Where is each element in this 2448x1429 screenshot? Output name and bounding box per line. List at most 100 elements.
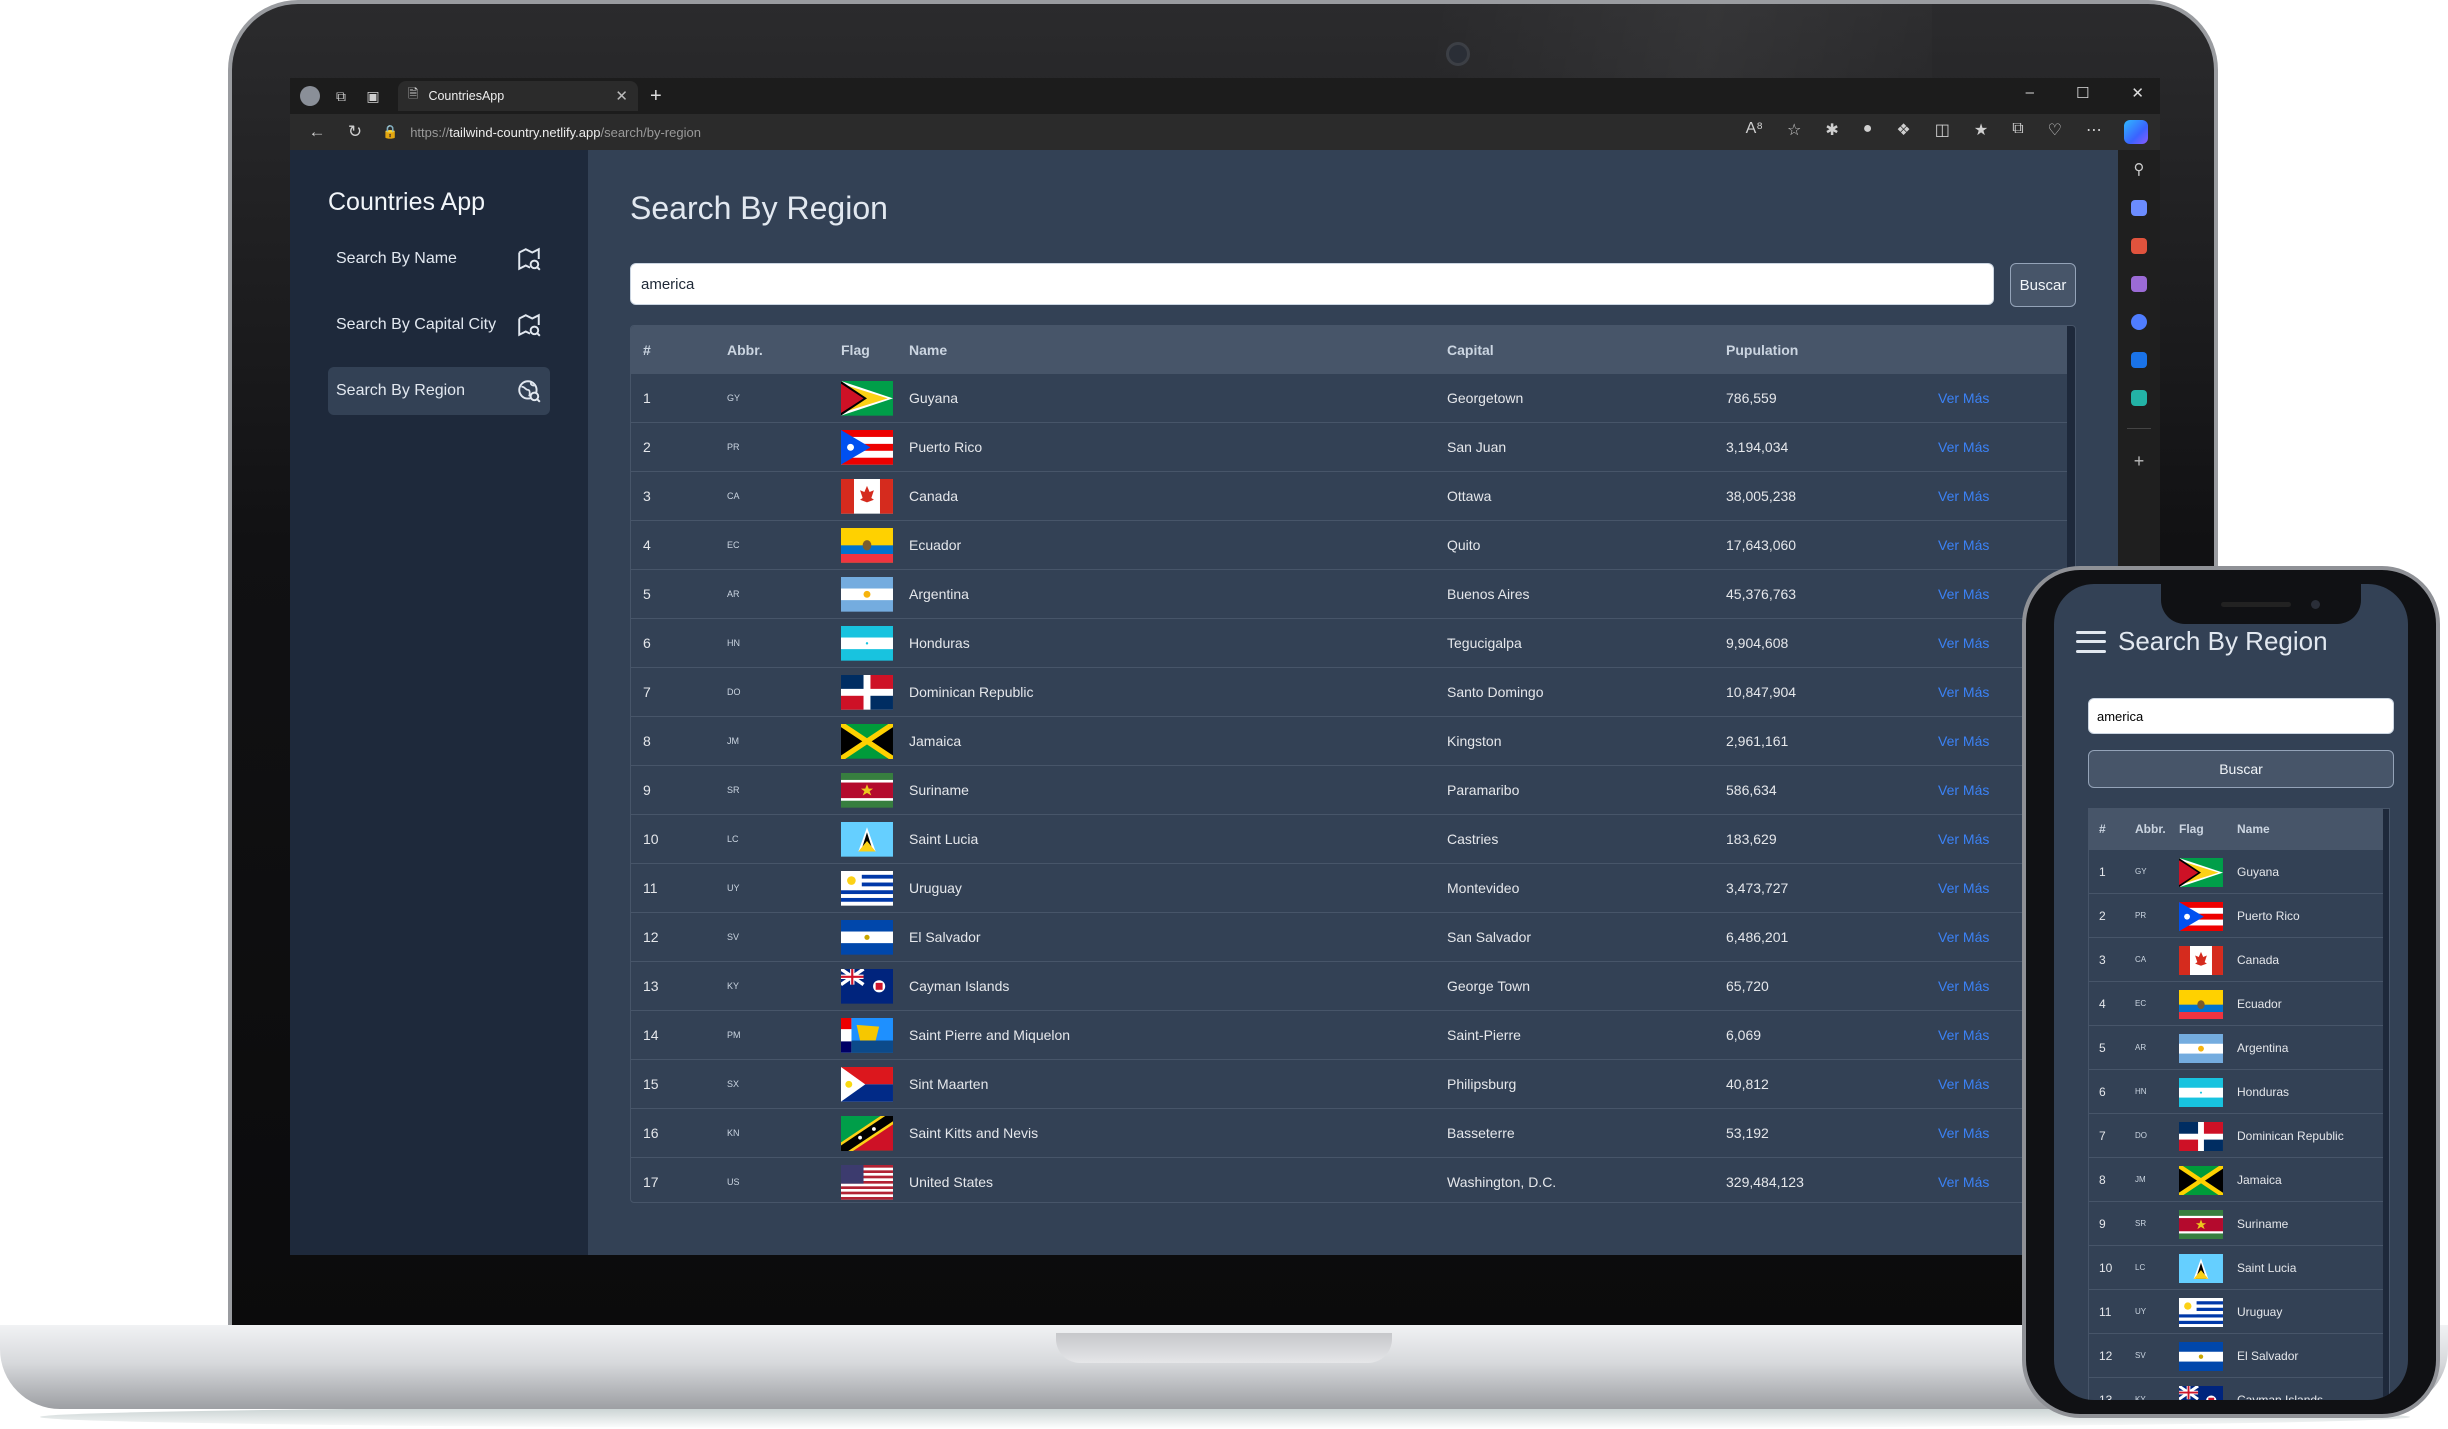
mobile-table-row[interactable]: 9 SR Suriname: [2089, 1201, 2389, 1246]
row-name: Suriname: [908, 765, 1446, 815]
phone-camera: [2311, 600, 2320, 609]
row-abbr: DO: [726, 667, 840, 717]
tab-actions-icon[interactable]: ▣: [362, 85, 384, 107]
url-field[interactable]: 🔒 https://tailwind-country.netlify.app/s…: [382, 119, 1622, 145]
people-icon[interactable]: [2131, 276, 2147, 292]
copilot-sidebar-icon[interactable]: [2131, 314, 2147, 330]
nav-label: Search By Capital City: [336, 316, 497, 333]
phone-screen: Search By Region Buscar # Abbr. Flag Nam…: [2054, 584, 2408, 1400]
add-icon[interactable]: +: [2134, 451, 2145, 472]
ver-mas-link[interactable]: Ver Más: [1937, 422, 2075, 472]
minimize-icon[interactable]: –: [2026, 84, 2034, 102]
extensions-puzzle-icon[interactable]: ❖: [1896, 120, 1910, 140]
mobile-table-scrollbar[interactable]: [2383, 809, 2389, 1400]
mobile-table-row[interactable]: 2 PR Puerto Rico: [2089, 893, 2389, 938]
nav-search-by-region[interactable]: Search By Region: [328, 367, 550, 415]
refresh-icon[interactable]: ↻: [344, 122, 366, 142]
mobile-table-row[interactable]: 6 HN Honduras: [2089, 1069, 2389, 1114]
tab-countriesapp[interactable]: 🗎 CountriesApp ✕: [398, 81, 638, 111]
table-row: 6 HN Honduras Tegucigalpa 9,904,608 Ver Más: [631, 618, 2075, 668]
ver-mas-link[interactable]: Ver Más: [1937, 373, 2075, 423]
hamburger-menu-icon[interactable]: [2076, 630, 2106, 653]
map-search-icon: [518, 247, 541, 271]
row-index: 12: [631, 912, 726, 962]
row-index: 15: [631, 1059, 726, 1109]
close-window-icon[interactable]: ✕: [2131, 84, 2144, 102]
split-screen-icon[interactable]: ◫: [1935, 120, 1950, 140]
table-row: 2 PR Puerto Rico San Juan 3,194,034 Ver Más: [631, 422, 2075, 472]
col-abbr: Abbr.: [726, 326, 840, 374]
extension-icon[interactable]: ✱: [1825, 120, 1838, 140]
profile-avatar[interactable]: [300, 86, 320, 106]
nav-search-by-capital[interactable]: Search By Capital City: [328, 301, 550, 349]
mobile-table-row[interactable]: 1 GY Guyana: [2089, 849, 2389, 894]
copilot-icon[interactable]: [2124, 120, 2148, 144]
row-abbr: SR: [726, 765, 840, 815]
table-row: 15 SX Sint Maarten Philipsburg 40,812 Ver Más: [631, 1059, 2075, 1109]
row-index: 11: [631, 863, 726, 913]
read-aloud-icon[interactable]: A⁸: [1746, 120, 1763, 140]
row-abbr: UY: [726, 863, 840, 913]
table-row: 17 US United States Washington, D.C. 329,484…: [631, 1157, 2075, 1202]
flag-kn-icon: [837, 1110, 897, 1157]
mobile-table-row[interactable]: 10 LC Saint Lucia: [2089, 1245, 2389, 1290]
row-abbr: HN: [726, 618, 840, 668]
mobile-buscar-button[interactable]: Buscar: [2088, 750, 2394, 788]
page-icon: 🗎: [408, 86, 419, 101]
mobile-table-row[interactable]: 4 EC Ecuador: [2089, 981, 2389, 1026]
table-row: 9 SR Suriname Paramaribo 586,634 Ver Más: [631, 765, 2075, 815]
toolbox-icon[interactable]: [2131, 238, 2147, 254]
flag-jm-icon: [839, 721, 895, 761]
tab-title: CountriesApp: [428, 89, 505, 103]
window-controls: – ☐ ✕: [2026, 84, 2144, 102]
row-population: 53,192: [1725, 1108, 1937, 1158]
row-abbr: HN: [2134, 1069, 2178, 1114]
favorites-icon[interactable]: ★: [1974, 120, 1988, 140]
mobile-table-row[interactable]: 13 KY Cayman Islands: [2089, 1377, 2389, 1400]
row-name: Guyana: [908, 373, 1446, 423]
row-name: Saint Lucia: [2236, 1245, 2389, 1290]
url-host: tailwind-country.netlify.app: [449, 124, 601, 140]
row-index: 10: [631, 814, 726, 864]
row-index: 2: [631, 422, 726, 472]
extension-2-icon[interactable]: ●: [1863, 120, 1873, 140]
mobile-table-row[interactable]: 11 UY Uruguay: [2089, 1289, 2389, 1334]
ver-mas-link[interactable]: Ver Más: [1937, 520, 2075, 570]
row-index: 2: [2089, 893, 2134, 938]
mobile-table-row[interactable]: 7 DO Dominican Republic: [2089, 1113, 2389, 1158]
flag-ca-icon: [2179, 946, 2223, 976]
row-index: 7: [631, 667, 726, 717]
countries-table-container: # Abbr. Flag Name Capital Pupulation 1 GY…: [630, 325, 2076, 1203]
region-search-input[interactable]: [630, 263, 1994, 305]
back-icon[interactable]: ←: [306, 122, 328, 142]
collections-icon[interactable]: ⧉: [2012, 120, 2023, 140]
ver-mas-link[interactable]: Ver Más: [1937, 471, 2075, 521]
nav-search-by-name[interactable]: Search By Name: [328, 235, 550, 283]
row-capital: San Juan: [1446, 422, 1725, 472]
mobile-table-row[interactable]: 12 SV El Salvador: [2089, 1333, 2389, 1378]
row-capital: Paramaribo: [1446, 765, 1725, 815]
address-bar: ← ↻ 🔒 https://tailwind-country.netlify.a…: [290, 114, 2160, 150]
tag-icon[interactable]: [2131, 200, 2147, 216]
mobile-search-input[interactable]: [2088, 698, 2394, 734]
outlook-icon[interactable]: [2131, 352, 2147, 368]
workspaces-icon[interactable]: ⧉: [330, 85, 352, 107]
row-name: United States: [908, 1157, 1446, 1202]
mobile-table-row[interactable]: 8 JM Jamaica: [2089, 1157, 2389, 1202]
lock-icon[interactable]: 🔒: [382, 124, 398, 140]
more-menu-icon[interactable]: ⋯: [2086, 120, 2102, 140]
row-abbr: KY: [2134, 1377, 2178, 1400]
shopping-icon[interactable]: [2131, 390, 2147, 406]
flag-gy-icon: [841, 381, 893, 416]
row-name: Sint Maarten: [908, 1059, 1446, 1109]
search-icon[interactable]: ⚲: [2134, 160, 2145, 178]
mobile-table-row[interactable]: 5 AR Argentina: [2089, 1025, 2389, 1070]
mobile-table-row[interactable]: 3 CA Canada: [2089, 937, 2389, 982]
row-index: 1: [2089, 849, 2134, 894]
health-icon[interactable]: ♡: [2048, 120, 2062, 140]
buscar-button[interactable]: Buscar: [2010, 263, 2076, 307]
close-tab-icon[interactable]: ✕: [615, 87, 628, 105]
favorite-star-icon[interactable]: ☆: [1787, 120, 1801, 140]
maximize-icon[interactable]: ☐: [2076, 84, 2089, 102]
new-tab-icon[interactable]: +: [650, 85, 662, 108]
